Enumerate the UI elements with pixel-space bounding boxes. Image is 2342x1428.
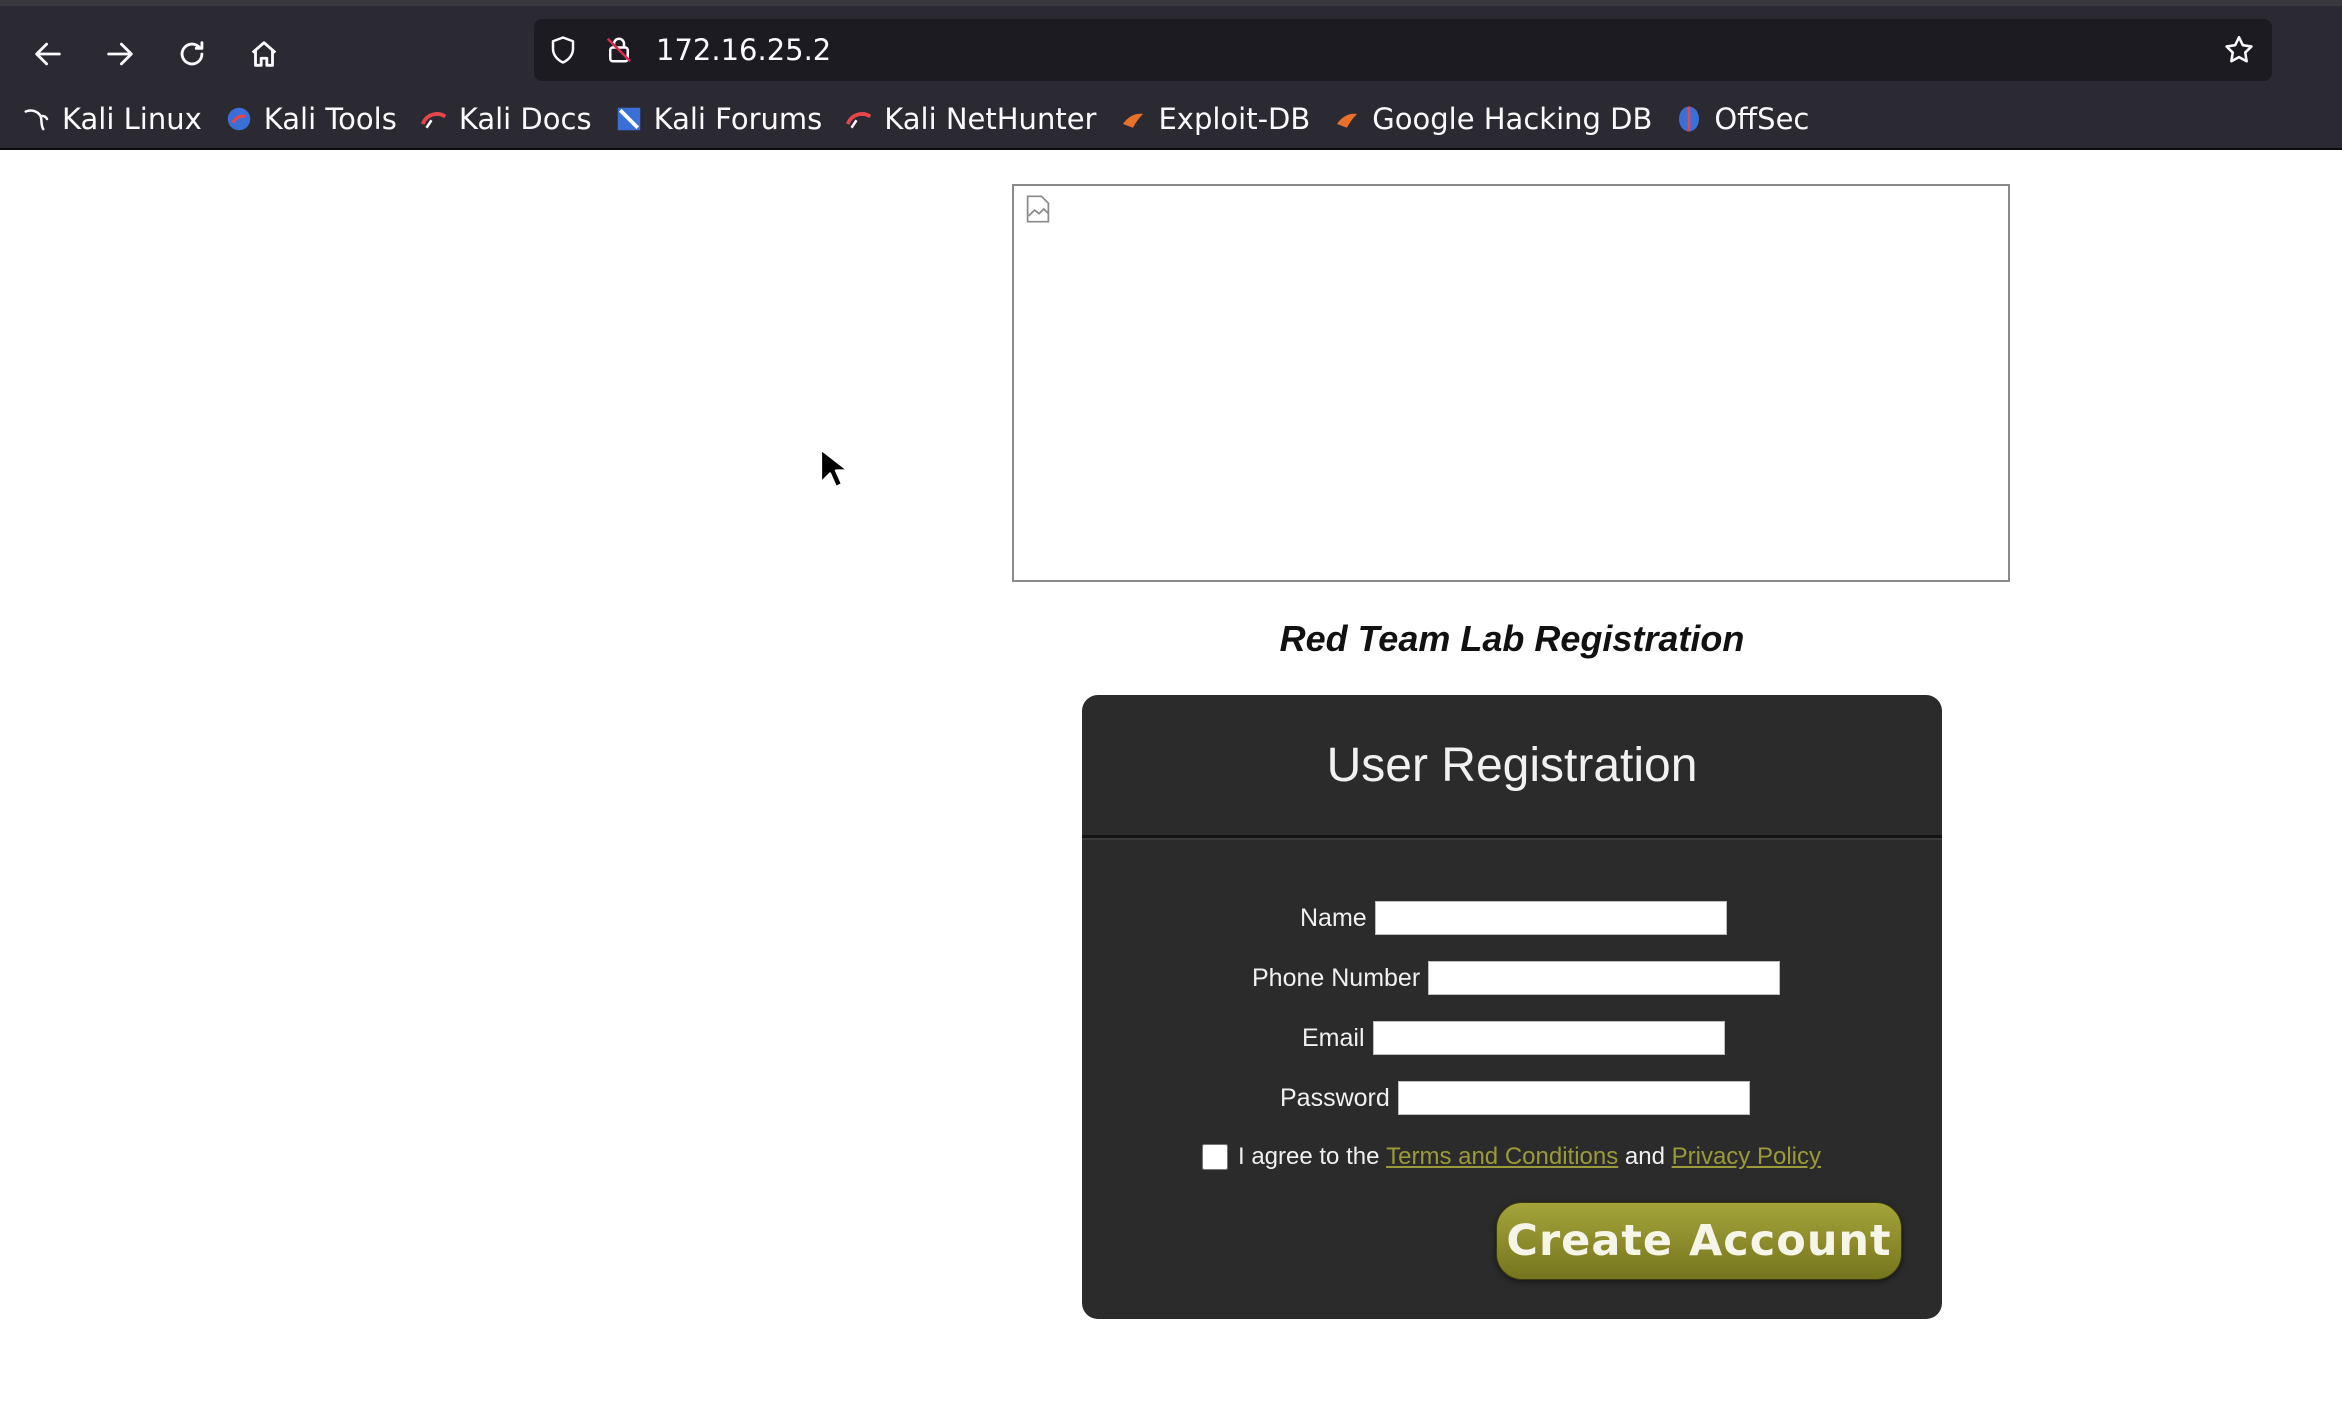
bookmark-label: Google Hacking DB <box>1372 102 1653 136</box>
bookmark-item[interactable]: Kali Tools <box>224 102 397 136</box>
page-title: Red Team Lab Registration <box>1279 618 1745 659</box>
offsec-icon <box>1674 104 1704 134</box>
forward-button[interactable] <box>96 30 144 78</box>
bookmark-label: Kali Linux <box>62 102 202 136</box>
browser-toolbar: 172.16.25.2 <box>0 6 2342 90</box>
ghdb-icon <box>1332 104 1362 134</box>
agree-checkbox[interactable] <box>1202 1144 1228 1170</box>
reload-icon <box>180 41 204 66</box>
bookmark-label: Kali NetHunter <box>884 102 1097 136</box>
email-input[interactable] <box>1372 1021 1725 1055</box>
password-label: Password <box>1280 1083 1390 1112</box>
bookmark-label: Kali Forums <box>653 102 823 136</box>
reload-button[interactable] <box>168 30 216 78</box>
email-label: Email <box>1302 1023 1365 1052</box>
agree-and-text: and <box>1624 1143 1665 1170</box>
bookmark-label: OffSec <box>1714 102 1810 136</box>
name-row: Name <box>1300 900 1727 936</box>
banner-image-broken <box>1012 184 2010 582</box>
registration-form: User Registration Name Phone Number Emai… <box>1082 695 1942 1319</box>
agree-text: I agree to the <box>1238 1143 1380 1170</box>
bookmark-item[interactable]: Google Hacking DB <box>1332 102 1652 136</box>
terms-link[interactable]: Terms and Conditions <box>1386 1143 1618 1171</box>
name-input[interactable] <box>1374 901 1727 935</box>
phone-input[interactable] <box>1428 961 1781 995</box>
bookmark-label: Kali Tools <box>263 102 397 136</box>
form-heading: User Registration <box>1082 695 1942 838</box>
bookmark-item[interactable]: Kali NetHunter <box>844 102 1096 136</box>
bookmark-item[interactable]: Kali Linux <box>22 102 202 136</box>
agree-row: I agree to the Terms and Conditions and … <box>1202 1143 1821 1171</box>
kali-nethunter-icon <box>844 104 874 134</box>
kali-docs-icon <box>419 104 449 134</box>
password-row: Password <box>1280 1080 1750 1116</box>
bookmark-item[interactable]: Kali Forums <box>614 102 823 136</box>
privacy-link[interactable]: Privacy Policy <box>1672 1143 1821 1171</box>
kali-forums-icon <box>614 104 644 134</box>
home-button[interactable] <box>240 30 288 78</box>
email-row: Email <box>1302 1020 1725 1056</box>
phone-row: Phone Number <box>1252 960 1781 996</box>
back-button[interactable] <box>24 30 72 78</box>
password-input[interactable] <box>1397 1081 1750 1115</box>
bookmarks-list: Kali Linux Kali Tools Kali Docs Kali Forums… <box>22 90 1831 148</box>
phone-label: Phone Number <box>1252 963 1421 992</box>
arrow-right-icon <box>107 42 133 66</box>
create-account-button[interactable]: Create Account <box>1496 1202 1902 1280</box>
bookmark-item[interactable]: Kali Docs <box>419 102 592 136</box>
kali-tools-icon <box>224 104 254 134</box>
broken-image-icon <box>1026 195 1050 223</box>
bookmark-star-icon[interactable] <box>2222 33 2256 67</box>
mouse-cursor-icon <box>819 448 848 489</box>
arrow-left-icon <box>35 42 61 66</box>
bookmark-item[interactable]: OffSec <box>1674 102 1809 136</box>
url-text[interactable]: 172.16.25.2 <box>656 33 831 67</box>
shield-icon[interactable] <box>548 35 578 65</box>
bookmark-label: Kali Docs <box>458 102 592 136</box>
exploit-db-icon <box>1118 104 1148 134</box>
address-bar[interactable]: 172.16.25.2 <box>534 19 2272 81</box>
bookmarks-toolbar: Kali Linux Kali Tools Kali Docs Kali Forums… <box>0 90 2342 150</box>
insecure-lock-icon[interactable] <box>604 34 634 66</box>
kali-dragon-icon <box>22 104 52 134</box>
bookmark-item[interactable]: Exploit-DB <box>1118 102 1310 136</box>
name-label: Name <box>1300 903 1367 932</box>
bookmark-label: Exploit-DB <box>1158 102 1311 136</box>
home-icon <box>251 41 277 67</box>
